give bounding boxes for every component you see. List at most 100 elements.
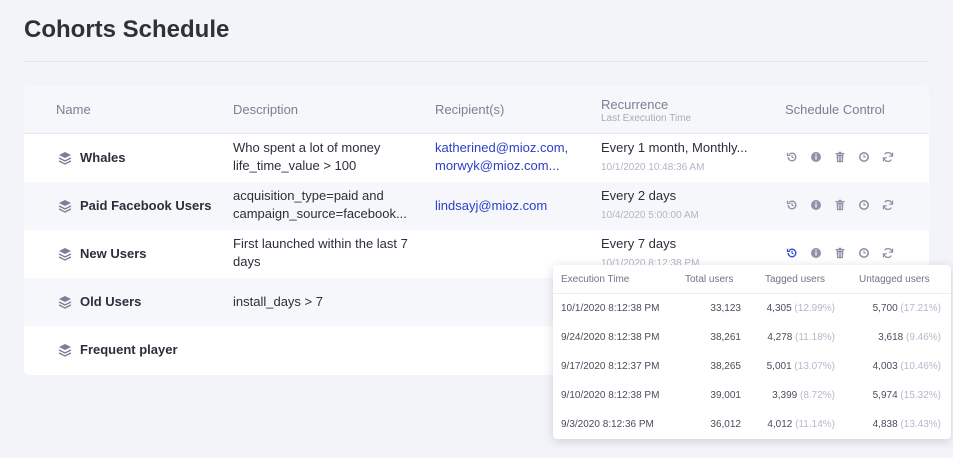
tagged-count: 3,399: [772, 390, 798, 401]
recipient-email[interactable]: lindsayj@mioz.com: [435, 197, 581, 215]
popup-header-total: Total users: [685, 274, 734, 285]
trash-button[interactable]: [834, 198, 846, 212]
history-time: 9/17/2020 8:12:37 PM: [561, 361, 660, 372]
tagged-percent: (8.72%): [799, 390, 835, 401]
info-icon: [811, 248, 821, 258]
history-untagged: 5,974 (15.32%): [873, 390, 941, 401]
header-recipients: Recipient(s): [435, 102, 505, 117]
untagged-percent: (17.21%): [900, 303, 941, 314]
history-tagged: 4,278 (11.18%): [767, 332, 835, 343]
header-recurrence[interactable]: Recurrence: [601, 97, 668, 112]
info-button[interactable]: [810, 198, 822, 212]
refresh-icon: [882, 248, 894, 258]
info-button[interactable]: [810, 246, 822, 260]
tagged-percent: (12.99%): [794, 303, 835, 314]
history-icon: [786, 200, 797, 210]
trash-icon: [835, 247, 845, 259]
history-time: 9/10/2020 8:12:38 PM: [561, 390, 660, 401]
cohort-description: First launched within the last 7 days: [233, 236, 408, 269]
info-icon: [811, 152, 821, 162]
header-name[interactable]: Name: [56, 102, 91, 117]
schedule-controls: [786, 198, 894, 212]
history-row: 9/3/2020 8:12:36 PM 36,012 4,012 (11.14%) 4…: [553, 410, 951, 439]
untagged-percent: (15.32%): [900, 390, 941, 401]
cohort-description: acquisition_type=paid and campaign_sourc…: [233, 188, 407, 221]
trash-button[interactable]: [834, 150, 846, 164]
history-tagged: 5,001 (13.07%): [767, 361, 835, 372]
schedule-icon: [859, 200, 869, 210]
history-row: 9/17/2020 8:12:37 PM 38,265 5,001 (13.07%)…: [553, 352, 951, 381]
refresh-icon: [882, 200, 894, 210]
cohort-name[interactable]: New Users: [80, 245, 146, 263]
history-button[interactable]: [786, 246, 798, 260]
layers-icon: [58, 200, 72, 213]
trash-icon: [835, 199, 845, 211]
history-icon: [786, 152, 797, 162]
history-button[interactable]: [786, 150, 798, 164]
cohort-name[interactable]: Whales: [80, 149, 126, 167]
history-button[interactable]: [786, 198, 798, 212]
cohort-recipients[interactable]: lindsayj@mioz.com: [435, 197, 581, 215]
untagged-count: 5,700: [872, 303, 898, 314]
cohort-recipients[interactable]: katherined@mioz.com, morwyk@mioz.com...: [435, 139, 581, 175]
schedule-icon: [859, 152, 869, 162]
untagged-count: 5,974: [872, 390, 898, 401]
history-total: 38,265: [710, 361, 741, 372]
history-time: 10/1/2020 8:12:38 PM: [561, 303, 660, 314]
schedule-button[interactable]: [858, 198, 870, 212]
history-total: 33,123: [710, 303, 741, 314]
cohort-recurrence: Every 1 month, Monthly...: [601, 140, 748, 155]
popup-header: Execution Time Total users Tagged users …: [553, 265, 951, 294]
recipient-email[interactable]: morwyk@mioz.com...: [435, 157, 581, 175]
popup-header-untagged: Untagged users: [859, 274, 930, 285]
cohort-recurrence: Every 7 days: [601, 236, 677, 251]
untagged-percent: (13.43%): [900, 419, 941, 430]
schedule-button[interactable]: [858, 246, 870, 260]
layers-icon: [58, 248, 72, 261]
schedule-button[interactable]: [858, 150, 870, 164]
refresh-button[interactable]: [882, 150, 894, 164]
cohort-description: install_days > 7: [233, 294, 323, 309]
popup-header-tagged: Tagged users: [765, 274, 826, 285]
popup-header-time: Execution Time: [561, 274, 630, 285]
schedule-icon: [859, 248, 869, 258]
refresh-button[interactable]: [882, 246, 894, 260]
table-header: Name Description Recipient(s) Recurrence…: [24, 86, 929, 134]
cohort-name[interactable]: Paid Facebook Users: [80, 197, 212, 215]
history-untagged: 4,003 (10.46%): [873, 361, 941, 372]
tagged-count: 5,001: [766, 361, 792, 372]
history-total: 36,012: [710, 419, 741, 430]
history-icon: [786, 248, 797, 258]
tagged-percent: (11.14%): [795, 419, 835, 430]
tagged-percent: (11.18%): [795, 332, 835, 343]
layers-icon: [58, 344, 72, 357]
untagged-count: 3,618: [878, 332, 904, 343]
table-row: Paid Facebook Users acquisition_type=paid…: [24, 182, 929, 230]
schedule-controls: [786, 150, 894, 164]
untagged-percent: (9.46%): [905, 332, 941, 343]
cohort-name[interactable]: Old Users: [80, 293, 141, 311]
title-divider: [24, 61, 929, 62]
untagged-count: 4,003: [872, 361, 898, 372]
history-row: 10/1/2020 8:12:38 PM 33,123 4,305 (12.99%)…: [553, 294, 951, 323]
table-row: Whales Who spent a lot of money life_time…: [24, 134, 929, 182]
info-button[interactable]: [810, 150, 822, 164]
info-icon: [811, 200, 821, 210]
refresh-button[interactable]: [882, 198, 894, 212]
recipient-email[interactable]: katherined@mioz.com,: [435, 139, 581, 157]
cohort-name[interactable]: Frequent player: [80, 341, 178, 359]
history-untagged: 4,838 (13.43%): [873, 419, 941, 430]
layers-icon: [58, 296, 72, 309]
cohort-recurrence: Every 2 days: [601, 188, 677, 203]
page-title: Cohorts Schedule: [24, 16, 230, 43]
trash-button[interactable]: [834, 246, 846, 260]
layers-icon: [58, 152, 72, 165]
schedule-controls: [786, 246, 894, 260]
execution-history-popup: Execution Time Total users Tagged users …: [553, 265, 951, 439]
cohort-last-execution: 10/4/2020 5:00:00 AM: [601, 210, 699, 221]
history-time: 9/3/2020 8:12:36 PM: [561, 419, 654, 430]
trash-icon: [835, 151, 845, 163]
header-schedule-control: Schedule Control: [785, 102, 885, 117]
history-untagged: 3,618 (9.46%): [878, 332, 941, 343]
untagged-count: 4,838: [872, 419, 898, 430]
